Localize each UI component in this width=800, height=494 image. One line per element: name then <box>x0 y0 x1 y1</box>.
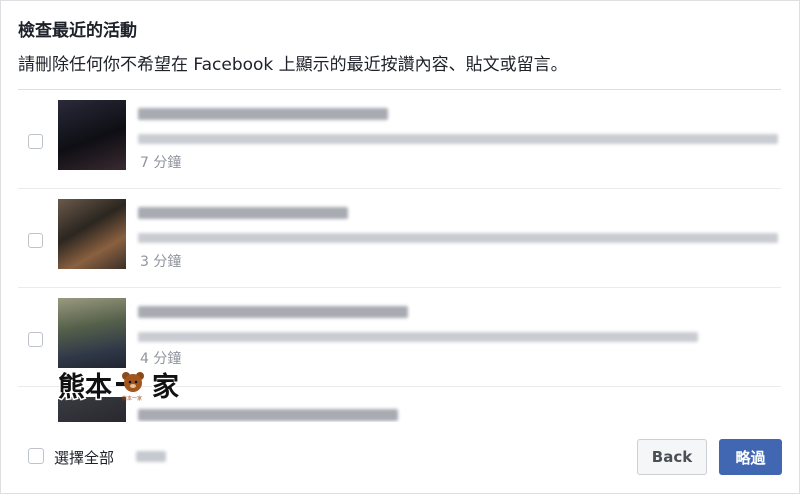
blurred-activity-text <box>138 233 778 243</box>
blurred-activity-text <box>138 134 778 144</box>
select-all-checkbox[interactable] <box>28 448 44 464</box>
activity-time: 3 分鐘 <box>140 254 182 270</box>
select-all-label[interactable]: 選擇全部 <box>54 447 114 468</box>
activity-checkbox[interactable] <box>28 332 43 347</box>
blurred-activity-text <box>138 409 398 421</box>
bear-mascot-icon <box>122 372 144 392</box>
svg-text:熊本: 熊本 <box>58 371 112 403</box>
activity-time: 7 分鐘 <box>140 155 182 171</box>
dialog-subtitle: 請刪除任何你不希望在 Facebook 上顯示的最近按讚內容、貼文或留言。 <box>18 55 568 75</box>
svg-text:家: 家 <box>152 371 179 403</box>
blurred-activity-text <box>138 207 348 219</box>
blurred-activity-text <box>138 332 698 342</box>
blurred-activity-text <box>138 306 408 318</box>
blurred-count <box>136 451 166 462</box>
activity-checkbox[interactable] <box>28 233 43 248</box>
skip-button[interactable]: 略過 <box>719 439 782 475</box>
blurred-activity-text <box>138 108 388 120</box>
activity-thumbnail <box>58 100 126 170</box>
activity-thumbnail <box>58 298 126 368</box>
activity-time: 4 分鐘 <box>140 351 182 367</box>
back-button[interactable]: Back <box>637 439 707 475</box>
dialog-title: 檢查最近的活動 <box>18 21 137 41</box>
activity-item: 7 分鐘 <box>18 90 781 189</box>
activity-thumbnail <box>58 199 126 269</box>
activity-checkbox[interactable] <box>28 134 43 149</box>
activity-item: 3 分鐘 <box>18 189 781 288</box>
review-activity-dialog: 檢查最近的活動 請刪除任何你不希望在 Facebook 上顯示的最近按讚內容、貼… <box>0 0 800 494</box>
watermark-logo: 熊本 家 熊本一家 <box>57 370 181 405</box>
svg-text:熊本一家: 熊本一家 <box>122 395 142 402</box>
